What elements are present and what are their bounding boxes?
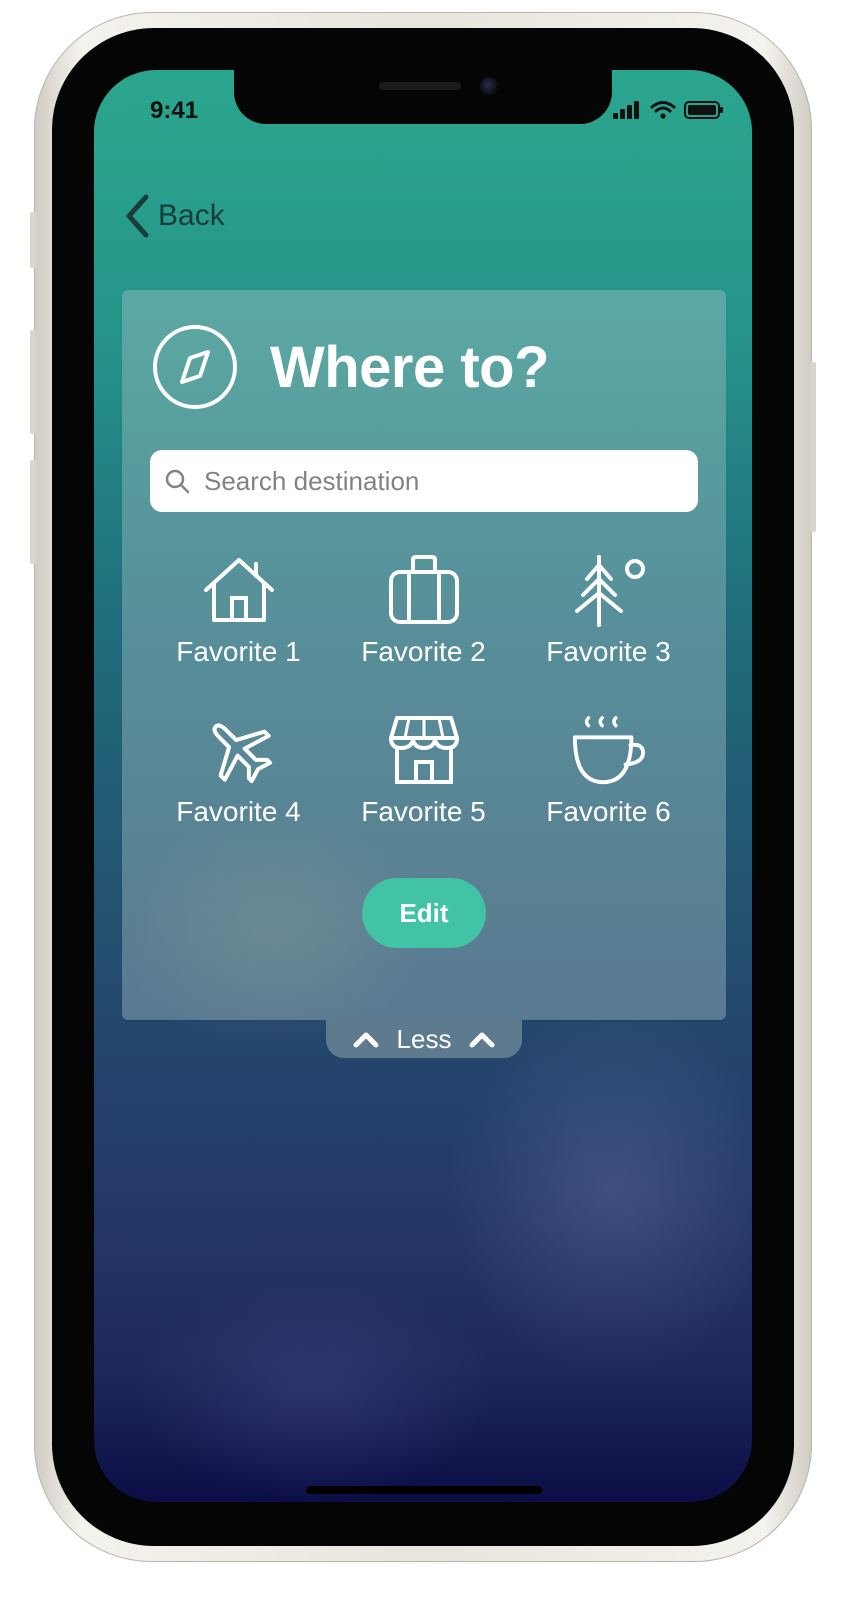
speaker [379,82,461,90]
search-input[interactable]: Search destination [150,450,698,512]
phone-frame: 9:41 Back Where to? Search destination F… [30,12,816,1562]
back-label: Back [158,199,225,232]
suitcase-icon [388,555,459,624]
status-icons [612,100,724,120]
power-button [810,362,816,532]
silent-switch [30,212,36,268]
shop-icon [388,716,459,784]
phone-screen: 9:41 Back Where to? Search destination F… [94,70,752,1502]
favorite-label-1: Favorite 1 [176,636,301,667]
back-button[interactable]: Back [124,194,225,238]
status-time: 9:41 [150,97,199,124]
chevron-left-icon [126,194,149,238]
favorites-grid: Favorite 1 Favorite 2 Favorite 3 Favorit… [146,552,702,872]
card-header: Where to? [152,324,550,410]
house-icon [203,558,274,622]
battery-icon [684,101,723,119]
favorite-label-2: Favorite 2 [361,636,486,667]
chevron-up-icon [353,1032,379,1048]
less-toggle[interactable]: Less [326,1020,522,1058]
favorite-item-1[interactable]: Favorite 1 [146,552,331,712]
coffee-cup-icon [572,716,645,785]
volume-up-button [30,330,36,434]
chevron-up-icon [469,1032,495,1048]
favorite-item-2[interactable]: Favorite 2 [331,552,516,712]
wifi-icon [650,101,676,119]
front-camera [480,77,498,95]
favorite-item-4[interactable]: Favorite 4 [146,712,331,872]
favorite-item-6[interactable]: Favorite 6 [516,712,701,872]
home-indicator[interactable] [306,1486,542,1494]
favorite-label-4: Favorite 4 [176,796,301,827]
favorite-label-6: Favorite 6 [546,796,671,827]
search-icon [165,469,190,494]
search-placeholder: Search destination [204,465,420,496]
edit-button[interactable]: Edit [362,878,486,948]
favorite-label-3: Favorite 3 [546,636,671,667]
volume-down-button [30,460,36,564]
favorite-label-5: Favorite 5 [361,796,486,827]
compass-icon [153,325,237,409]
less-label: Less [396,1023,452,1054]
favorite-item-5[interactable]: Favorite 5 [331,712,516,872]
where-to-card: Where to? Search destination Favorite 1 … [122,290,726,1020]
favorite-item-3[interactable]: Favorite 3 [516,552,701,712]
signal-icon [613,101,639,119]
airplane-icon [212,723,272,784]
notch [234,70,612,124]
card-title: Where to? [270,334,550,400]
tree-icon [574,555,645,627]
